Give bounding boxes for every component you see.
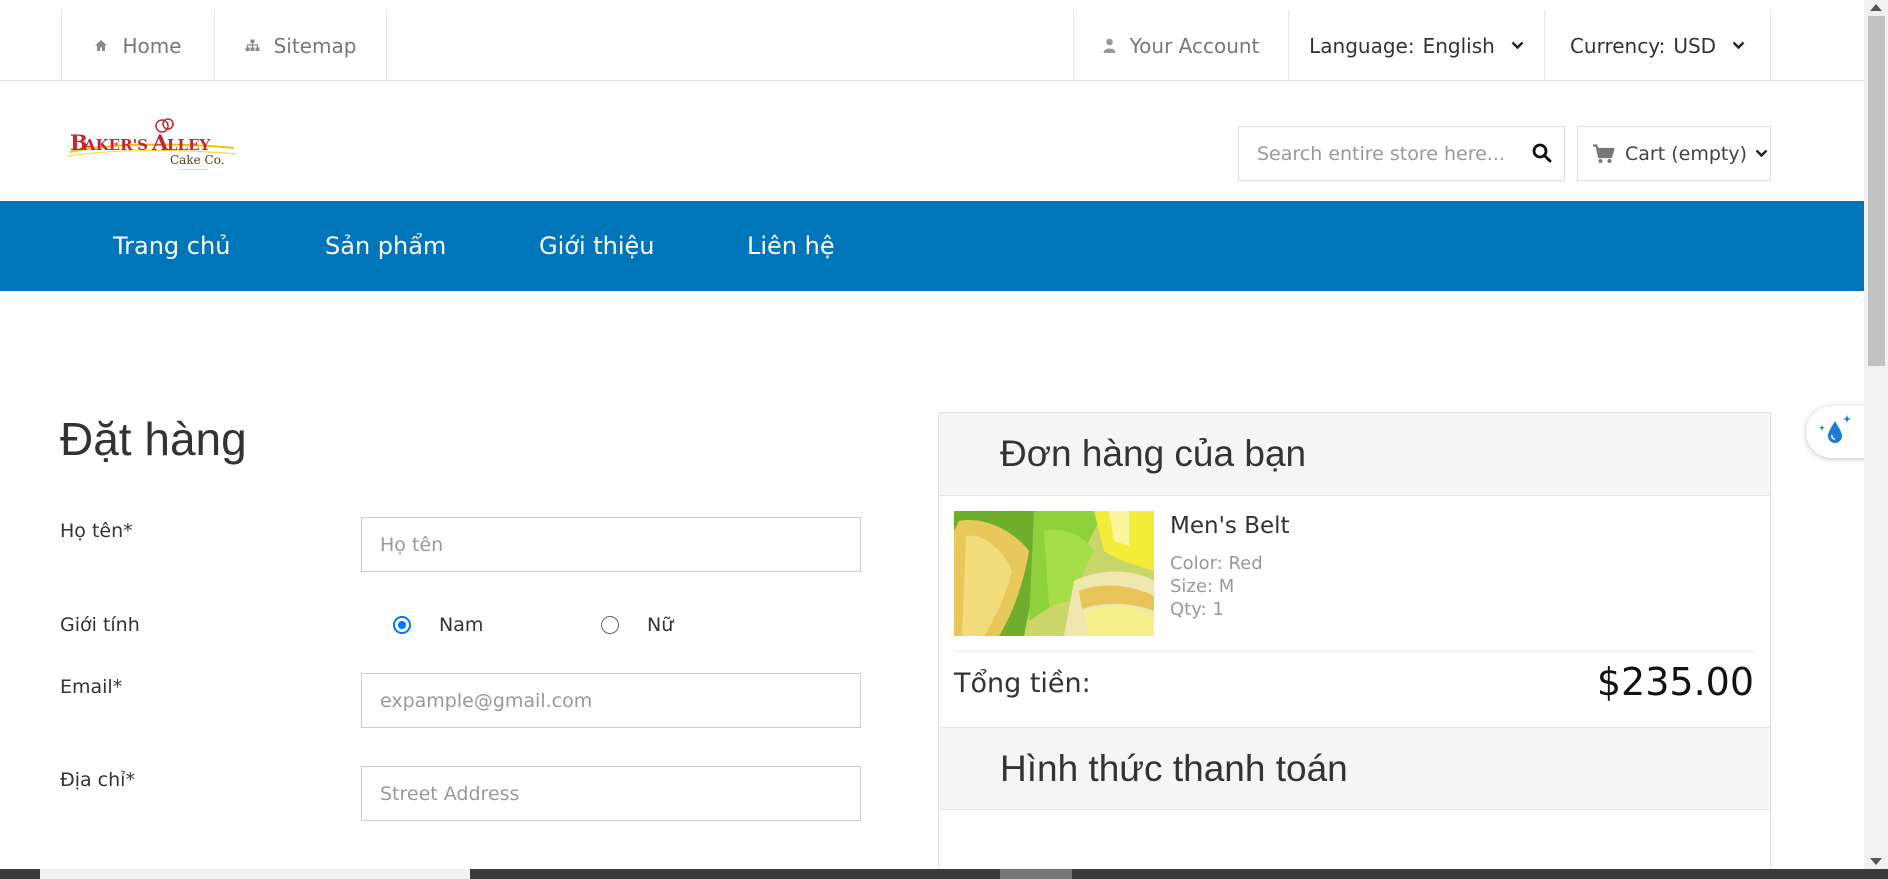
account-label: Your Account [1129, 33, 1260, 58]
home-icon [94, 39, 108, 52]
gender-female-label: Nữ [647, 614, 674, 636]
email-label: Email* [60, 676, 123, 698]
vertical-scrollbar[interactable] [1864, 0, 1888, 869]
nav-item-home[interactable]: Trang chủ [113, 201, 230, 291]
search-box [1238, 126, 1565, 181]
scroll-up-arrow-icon[interactable] [1870, 4, 1882, 11]
taskbar-segment [40, 869, 470, 879]
gender-male-radio[interactable]: Nam [393, 614, 483, 636]
floating-assistant-button[interactable] [1806, 406, 1868, 458]
account-link[interactable]: Your Account [1073, 10, 1288, 81]
page-title: Đặt hàng [60, 413, 247, 465]
divider [954, 651, 1755, 652]
topbar-divider [386, 10, 387, 81]
scrollbar-thumb[interactable] [1868, 16, 1885, 366]
currency-selector[interactable]: Currency: USD [1544, 10, 1771, 81]
nav-item-about[interactable]: Giới thiệu [539, 201, 655, 291]
order-summary-panel: Đơn hàng của bạn Men's Belt Color: Red S… [938, 412, 1771, 879]
radio-selected-icon [393, 616, 411, 634]
user-icon [1103, 38, 1116, 53]
total-value: $235.00 [1596, 660, 1754, 704]
name-label: Họ tên* [60, 520, 133, 542]
search-input[interactable] [1239, 142, 1509, 165]
cart-button[interactable]: Cart (empty) [1577, 126, 1771, 181]
product-color: Color: Red [1170, 553, 1263, 574]
product-name[interactable]: Men's Belt [1170, 513, 1290, 539]
taskbar-segment [1000, 869, 1072, 879]
water-drop-icon [1816, 413, 1854, 451]
gender-label: Giới tính [60, 614, 140, 636]
total-label: Tổng tiền: [954, 668, 1091, 699]
chevron-down-icon [1755, 149, 1768, 158]
svg-text:LLEY: LLEY [167, 136, 211, 154]
language-value: English [1422, 33, 1495, 58]
address-field[interactable] [361, 766, 861, 821]
name-field[interactable] [361, 517, 861, 572]
cart-label: Cart (empty) [1625, 142, 1747, 165]
address-label: Địa chỉ* [60, 769, 135, 791]
sitemap-icon [245, 39, 260, 52]
top-bar: Home Sitemap Your Account Language: Engl… [0, 0, 1864, 81]
scroll-down-arrow-icon[interactable] [1870, 858, 1882, 865]
sitemap-label: Sitemap [273, 33, 357, 58]
chevron-down-icon [1732, 41, 1745, 50]
home-label: Home [122, 33, 182, 58]
email-field[interactable] [361, 673, 861, 728]
language-selector[interactable]: Language: English [1288, 10, 1544, 81]
nav-item-contact[interactable]: Liên hệ [747, 201, 835, 291]
svg-text:———————: ——————— [180, 167, 208, 172]
gender-female-radio[interactable]: Nữ [601, 614, 673, 636]
product-size: Size: M [1170, 576, 1235, 597]
taskbar-strip [0, 869, 1888, 879]
main-nav: Trang chủ Sản phẩm Giới thiệu Liên hệ [0, 201, 1864, 291]
currency-label: Currency: [1569, 33, 1666, 58]
cart-icon [1592, 143, 1615, 164]
nav-item-products[interactable]: Sản phẩm [325, 201, 446, 291]
search-icon[interactable] [1532, 143, 1552, 167]
home-link[interactable]: Home [61, 10, 214, 81]
language-label: Language: [1309, 33, 1415, 58]
order-summary-title: Đơn hàng của bạn [939, 413, 1770, 496]
logo[interactable]: B AKER'S A LLEY Cake Co. ——————— [64, 118, 240, 176]
product-qty: Qty: 1 [1170, 599, 1224, 620]
payment-method-title: Hình thức thanh toán [939, 727, 1770, 810]
sitemap-link[interactable]: Sitemap [214, 10, 386, 81]
radio-unselected-icon [601, 616, 619, 634]
currency-value: USD [1673, 33, 1717, 58]
svg-text:AKER'S: AKER'S [83, 136, 148, 154]
product-image[interactable] [954, 511, 1154, 636]
svg-text:Cake Co.: Cake Co. [170, 153, 225, 167]
gender-male-label: Nam [439, 614, 484, 636]
chevron-down-icon [1511, 41, 1524, 50]
